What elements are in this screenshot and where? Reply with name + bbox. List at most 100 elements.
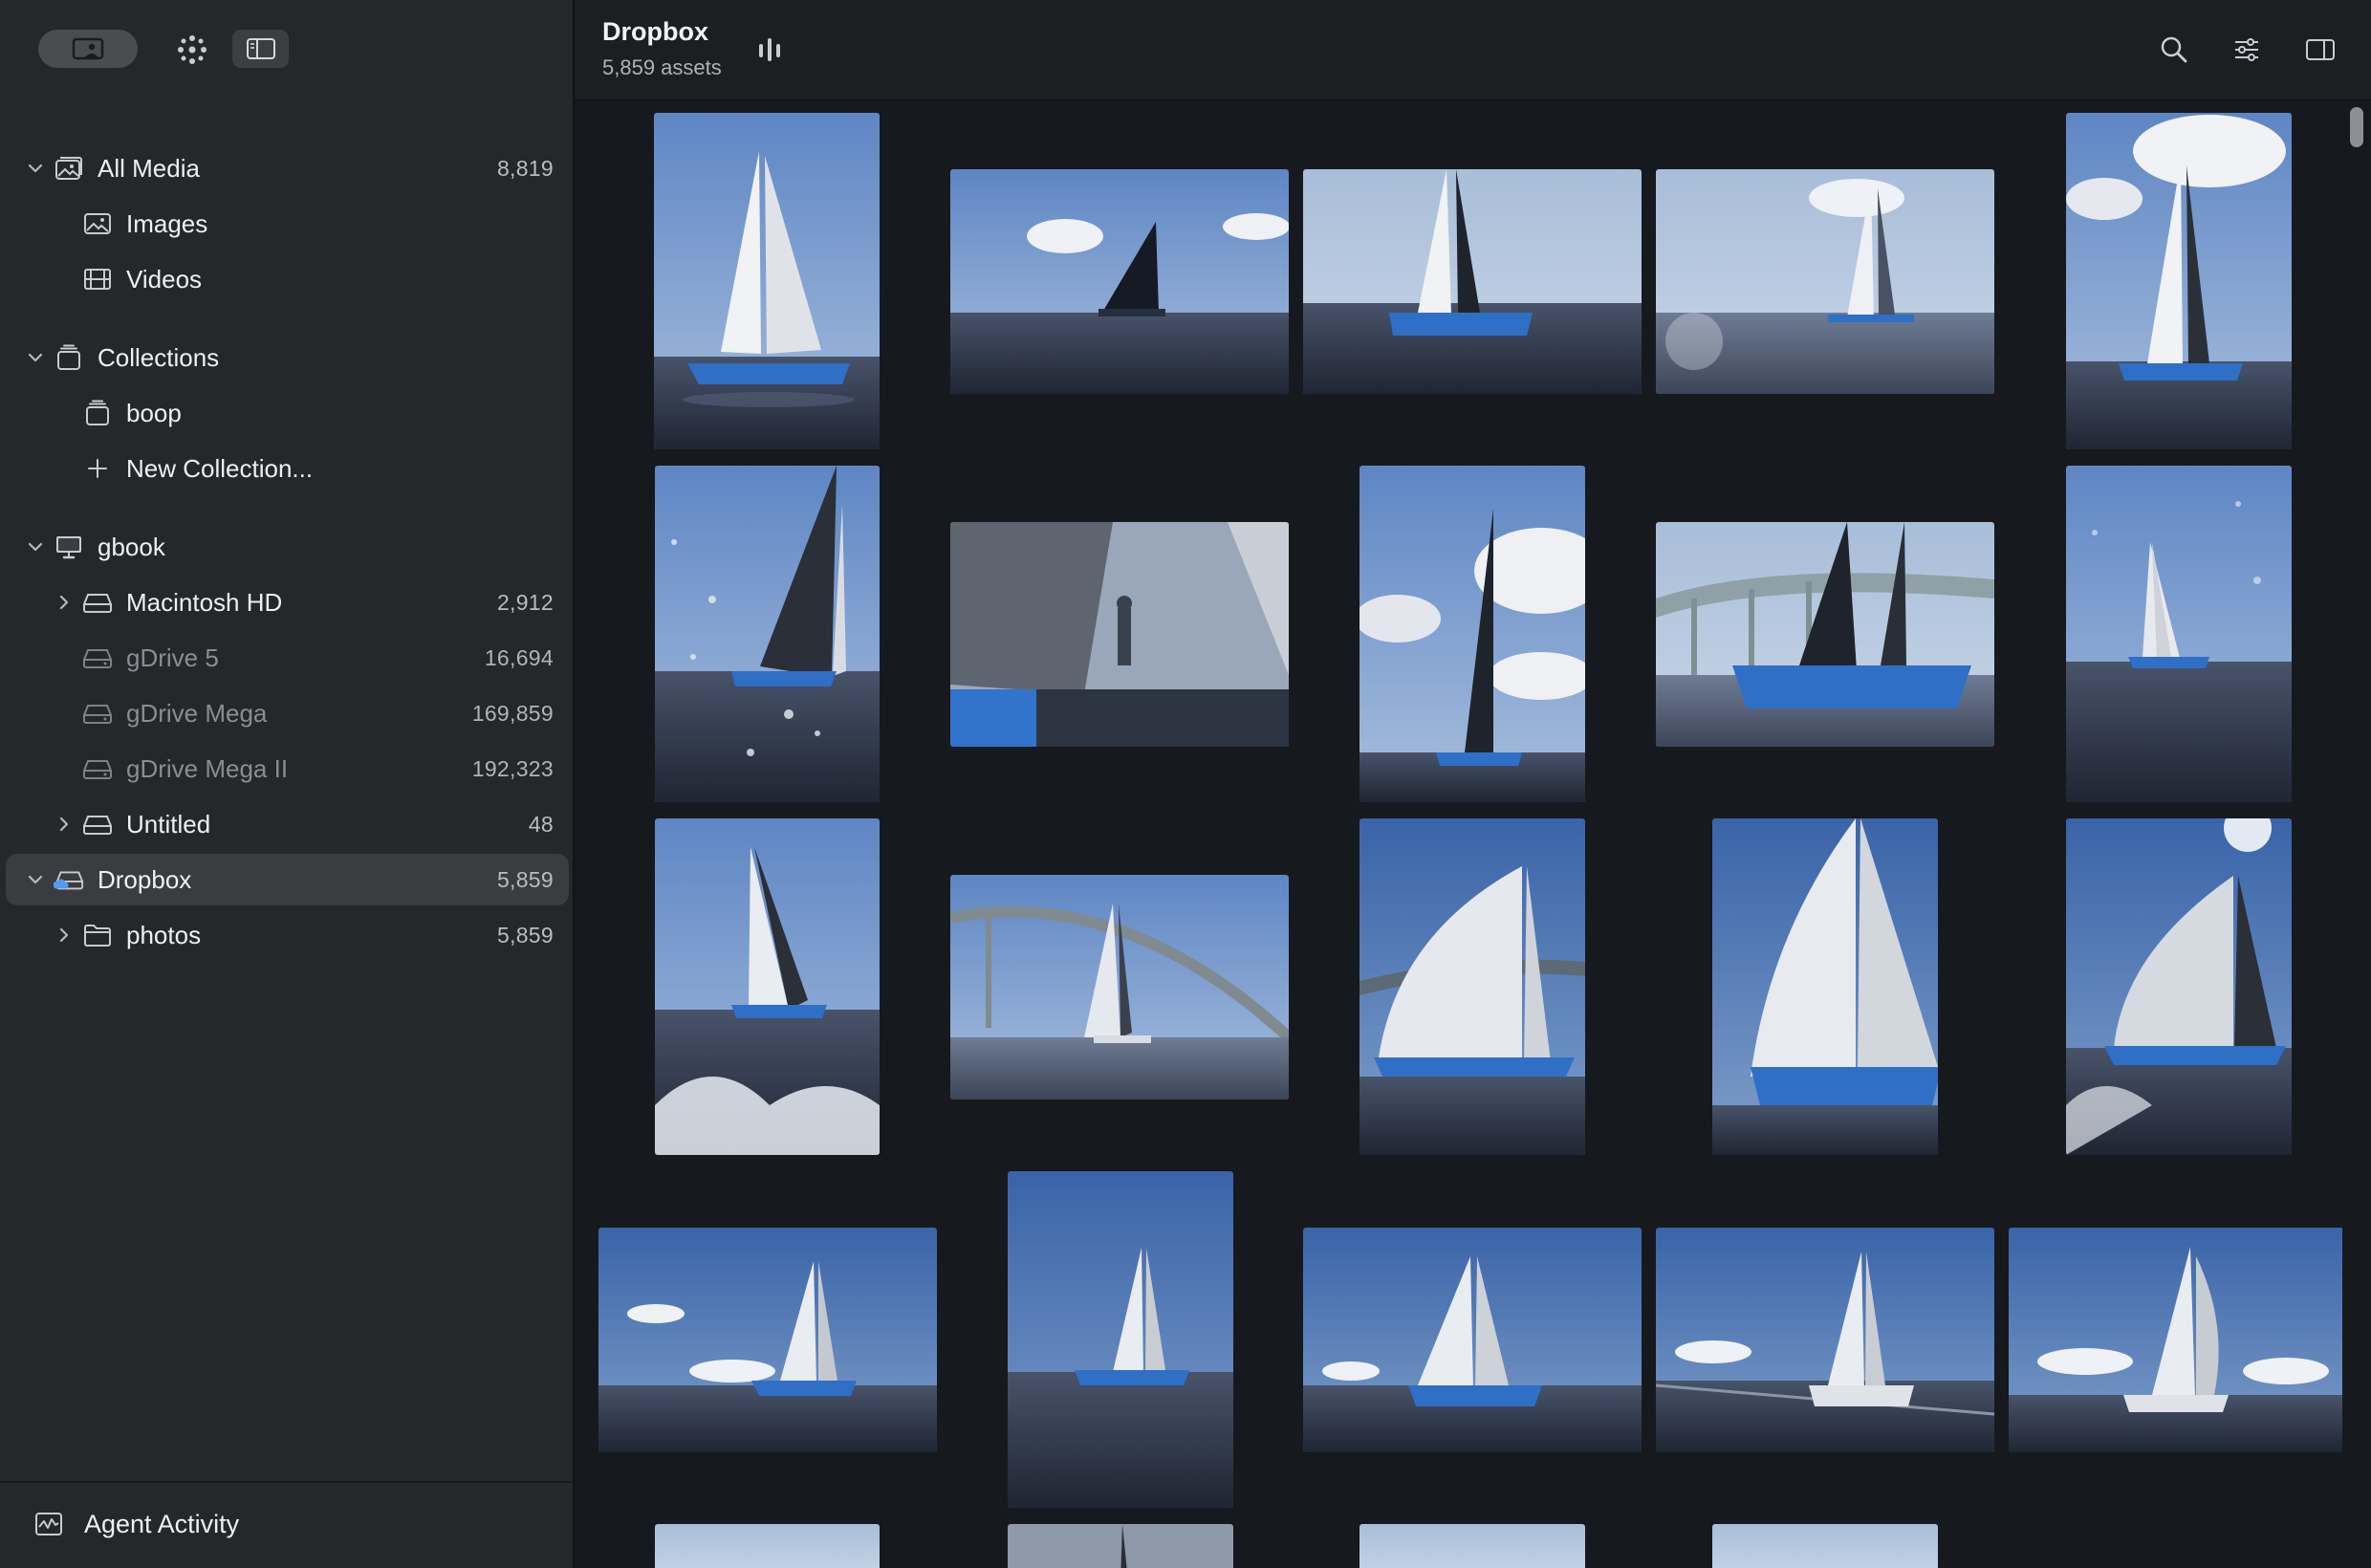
photo-library-icon	[54, 154, 84, 183]
photo-thumbnail[interactable]	[655, 1524, 880, 1568]
sidebar-item-label: Images	[126, 208, 208, 238]
asset-count: 5,859 assets	[602, 55, 722, 79]
sidebar-item-videos[interactable]: Videos	[6, 253, 569, 305]
drive-icon	[82, 588, 113, 617]
photo-thumbnail[interactable]	[1008, 1524, 1233, 1568]
sidebar-item-collections[interactable]: Collections	[6, 332, 569, 383]
scrollbar-thumb[interactable]	[2350, 107, 2363, 147]
sidebar-item-untitled[interactable]: Untitled 48	[6, 798, 569, 850]
photo-thumbnail[interactable]	[1360, 1524, 1585, 1568]
filter-sliders-icon[interactable]	[2228, 31, 2266, 69]
item-count: 48	[528, 811, 554, 837]
photo-thumbnail[interactable]	[950, 169, 1289, 394]
agent-activity-label: Agent Activity	[84, 1509, 240, 1538]
collection-stack-icon	[54, 343, 84, 372]
chevron-right-icon[interactable]	[54, 925, 75, 946]
item-count: 192,323	[471, 755, 554, 781]
photo-thumbnail[interactable]	[655, 466, 880, 802]
sidebar-item-label: gDrive Mega	[126, 698, 268, 728]
sidebar: All Media 8,819 Images Videos Collection…	[0, 0, 575, 1568]
sidebar-divider	[0, 1481, 573, 1483]
sidebar-item-label: Videos	[126, 264, 203, 294]
new-collection-button[interactable]: New Collection...	[6, 443, 569, 494]
chevron-down-icon[interactable]	[25, 347, 46, 368]
photo-thumbnail[interactable]	[950, 522, 1289, 747]
item-count: 5,859	[496, 922, 554, 947]
chevron-right-icon[interactable]	[54, 592, 75, 613]
photo-thumbnail[interactable]	[1303, 1228, 1642, 1452]
computer-icon	[54, 533, 84, 561]
sidebar-item-all-media[interactable]: All Media 8,819	[6, 142, 569, 194]
sidebar-item-label: Dropbox	[98, 864, 192, 894]
sidebar-item-images[interactable]: Images	[6, 198, 569, 250]
photo-thumbnail[interactable]	[1656, 1228, 1994, 1452]
sidebar-item-label: gDrive 5	[126, 642, 219, 672]
photo-thumbnail[interactable]	[655, 818, 880, 1155]
photo-thumbnail[interactable]	[1712, 1524, 1938, 1568]
sidebar-item-gbook[interactable]: gbook	[6, 521, 569, 573]
sidebar-item-label: Untitled	[126, 809, 211, 838]
photo-thumbnail[interactable]	[598, 1228, 937, 1452]
chevron-down-icon[interactable]	[25, 869, 46, 890]
sidebar-item-label: New Collection...	[126, 453, 314, 483]
drive-icon	[82, 810, 113, 838]
search-icon[interactable]	[2155, 31, 2193, 69]
sidebar-item-dropbox[interactable]: Dropbox 5,859	[6, 854, 569, 905]
photo-thumbnail[interactable]	[950, 875, 1289, 1100]
photo-thumbnail[interactable]	[1656, 169, 1994, 394]
photo-thumbnail[interactable]	[2009, 1228, 2342, 1452]
collection-stack-icon	[82, 399, 113, 427]
scrollbar[interactable]	[2343, 101, 2371, 1568]
photo-thumbnail[interactable]	[1360, 818, 1585, 1155]
activity-monitor-icon	[35, 1513, 62, 1535]
cloud-drive-icon	[54, 865, 84, 894]
sidebar-item-label: All Media	[98, 153, 200, 183]
item-count: 8,819	[496, 155, 554, 181]
folder-icon	[82, 921, 113, 949]
sidebar-item-label: gbook	[98, 532, 165, 561]
chevron-right-icon[interactable]	[54, 814, 75, 835]
offline-drive-icon	[82, 699, 113, 728]
photo-thumbnail[interactable]	[1008, 1171, 1233, 1508]
toolbar: Dropbox 5,859 assets	[575, 0, 2371, 101]
activity-dots-icon[interactable]	[173, 31, 211, 69]
sidebar-item-photos[interactable]: photos 5,859	[6, 909, 569, 961]
sidebar-item-label: gDrive Mega II	[126, 753, 289, 783]
photo-thumbnail[interactable]	[2066, 466, 2292, 802]
sidebar-icon	[246, 38, 275, 59]
offline-drive-icon	[82, 754, 113, 783]
sidebar-item-gdrive-mega[interactable]: gDrive Mega 169,859	[6, 687, 569, 739]
photo-grid	[575, 101, 2342, 1568]
inspector-panel-icon[interactable]	[2301, 31, 2339, 69]
agent-activity-button[interactable]: Agent Activity	[34, 1503, 239, 1545]
item-count: 169,859	[471, 700, 554, 726]
sidebar-item-gdrive-5[interactable]: gDrive 5 16,694	[6, 632, 569, 684]
photo-thumbnail[interactable]	[1712, 818, 1938, 1155]
item-count: 5,859	[496, 866, 554, 892]
photo-thumbnail[interactable]	[1303, 169, 1642, 394]
sidebar-item-label: photos	[126, 920, 202, 949]
photo-thumbnail[interactable]	[2066, 818, 2292, 1155]
chevron-down-icon[interactable]	[25, 158, 46, 179]
item-count: 2,912	[496, 589, 554, 615]
sidebar-item-gdrive-mega-ii[interactable]: gDrive Mega II 192,323	[6, 743, 569, 795]
photo-thumbnail[interactable]	[2066, 113, 2292, 449]
plus-icon	[82, 454, 113, 483]
person-card-icon	[72, 37, 104, 60]
sidebar-item-label: Collections	[98, 342, 220, 372]
chevron-down-icon[interactable]	[25, 536, 46, 557]
sidebar-item-boop[interactable]: boop	[6, 387, 569, 439]
view-mode-toggle[interactable]	[38, 30, 138, 68]
photo-thumbnail[interactable]	[1656, 522, 1994, 747]
photo-thumbnail[interactable]	[1360, 466, 1585, 802]
page-title: Dropbox	[602, 17, 708, 46]
sidebar-toggle-button[interactable]	[232, 30, 289, 68]
photo-thumbnail[interactable]	[654, 113, 880, 449]
offline-drive-icon	[82, 643, 113, 672]
sidebar-item-macintosh-hd[interactable]: Macintosh HD 2,912	[6, 577, 569, 628]
image-icon	[82, 209, 113, 238]
item-count: 16,694	[484, 644, 554, 670]
sidebar-item-label: boop	[126, 398, 182, 427]
film-icon	[82, 265, 113, 294]
stats-bars-icon[interactable]	[754, 33, 785, 67]
